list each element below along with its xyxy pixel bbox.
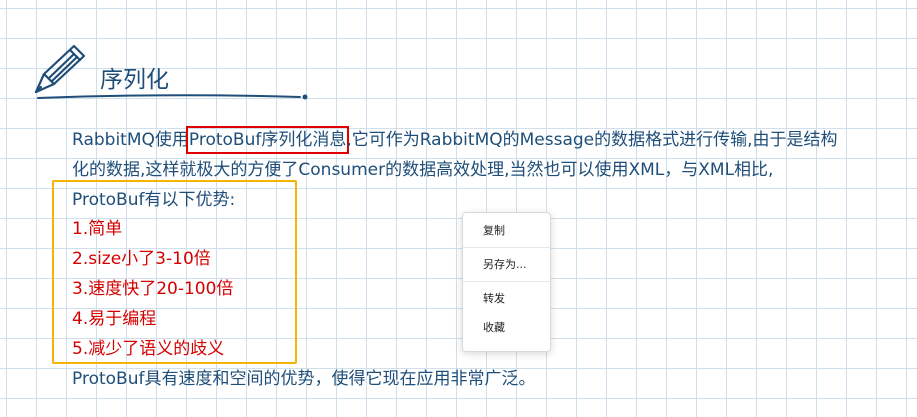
line1-prefix: RabbitMQ使用 bbox=[72, 130, 189, 150]
paragraph-line-1: RabbitMQ使用ProtoBuf序列化消息,它可作为RabbitMQ的Mes… bbox=[72, 125, 838, 155]
section-heading: 序列化 bbox=[30, 40, 320, 108]
menu-separator bbox=[463, 281, 550, 282]
menu-item-favorite[interactable]: 收藏 bbox=[463, 313, 550, 342]
title-underline bbox=[37, 94, 308, 100]
context-menu: 复制 另存为... 转发 收藏 bbox=[462, 212, 551, 352]
conclusion-line: ProtoBuf具有速度和空间的优势，使得它现在应用非常广泛。 bbox=[72, 369, 536, 389]
menu-item-save-as[interactable]: 另存为... bbox=[463, 250, 550, 279]
menu-separator bbox=[463, 247, 550, 248]
menu-item-forward[interactable]: 转发 bbox=[463, 284, 550, 313]
advantages-highlight-box bbox=[52, 180, 297, 364]
page-title: 序列化 bbox=[100, 67, 169, 93]
line1-suffix: ,它可作为RabbitMQ的Message的数据格式进行传输,由于是结构 bbox=[346, 130, 838, 150]
menu-item-copy[interactable]: 复制 bbox=[463, 216, 550, 245]
highlighted-term: ProtoBuf序列化消息 bbox=[185, 126, 350, 154]
